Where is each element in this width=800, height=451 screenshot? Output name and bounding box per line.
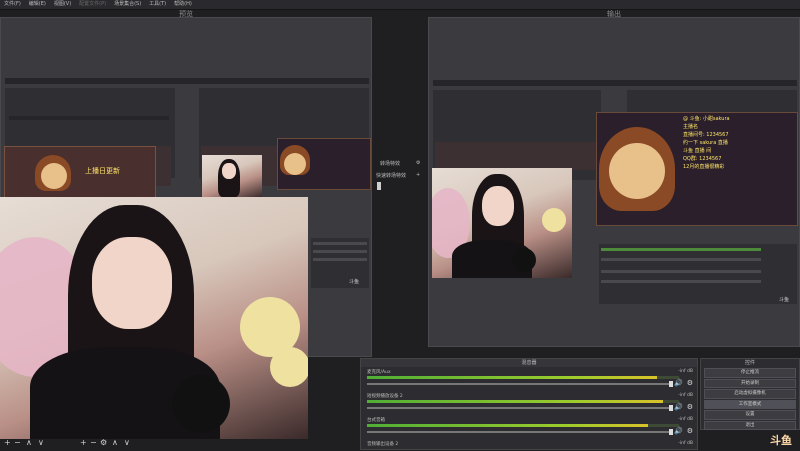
gear-icon[interactable]: ⚙ — [687, 403, 693, 411]
menu-edit[interactable]: 编辑(E) — [25, 0, 50, 9]
volume-slider[interactable] — [367, 383, 673, 385]
overlay-line-3: 直播间号: 1234567 — [683, 132, 729, 138]
audio-mixer: 混音器 麦克风/Aux -inf dB 🔊 ⚙ 短视频播放设备 2 -inf d… — [360, 358, 698, 450]
track-db: -inf dB — [678, 369, 693, 374]
preview-watermark: 斗鱼 — [349, 279, 360, 285]
track-db: -inf dB — [678, 417, 693, 422]
volume-slider[interactable] — [367, 407, 673, 409]
overlay-line-4: 约一下 sakura 直播 — [683, 140, 728, 146]
add-scene-button[interactable]: + — [4, 438, 11, 448]
program-overlay-sticker: @ 斗鱼: 小甜sakura 主播名 直播间号: 1234567 约一下 sak… — [596, 112, 798, 226]
source-settings-icon[interactable]: ⚙ — [100, 438, 107, 448]
stop-streaming-button[interactable]: 停止推流 — [704, 368, 796, 378]
transition-settings-icon[interactable]: ⚙ — [416, 160, 420, 166]
source-move-down-button[interactable]: ∨ — [124, 438, 130, 448]
camera-feed — [0, 197, 308, 439]
volume-slider-knob[interactable] — [669, 429, 673, 435]
add-transition-button[interactable]: + — [416, 172, 420, 178]
overlay-line-1: @ 斗鱼: 小甜sakura — [683, 116, 730, 122]
menu-profile[interactable]: 配置文件(P) — [75, 0, 110, 9]
track-name: 短视频播放设备 2 — [367, 394, 403, 399]
volume-slider-knob[interactable] — [669, 381, 673, 387]
speaker-icon[interactable]: 🔊 — [674, 403, 683, 411]
settings-button[interactable]: 设置 — [704, 410, 796, 420]
track-name: 音频输出设备 2 — [367, 442, 399, 447]
preview-nested-camera — [202, 155, 262, 197]
track-meter-fill — [367, 376, 658, 379]
start-recording-button[interactable]: 开始录制 — [704, 378, 796, 388]
track-meter-fill — [367, 400, 664, 403]
remove-scene-button[interactable]: − — [14, 438, 21, 448]
move-up-button[interactable]: ∧ — [26, 438, 32, 448]
track-meter — [367, 376, 679, 379]
remove-source-button[interactable]: − — [90, 438, 97, 448]
studio-mode-button[interactable]: 工作室模式 — [704, 399, 796, 409]
mixer-track: 台式音箱 -inf dB 🔊 ⚙ — [367, 417, 693, 441]
speaker-icon[interactable]: 🔊 — [674, 427, 683, 435]
preview-left-overlay: 上播日更新 — [4, 146, 156, 200]
track-name: 麦克风/Aux — [367, 370, 391, 375]
track-db: -inf dB — [678, 441, 693, 446]
add-source-button[interactable]: + — [80, 438, 87, 448]
transition-label[interactable]: 转场特效 — [380, 160, 400, 167]
menu-file[interactable]: 文件(F) — [0, 0, 25, 9]
gear-icon[interactable]: ⚙ — [687, 379, 693, 387]
volume-slider-knob[interactable] — [669, 405, 673, 411]
track-meter — [367, 424, 679, 427]
track-meter-fill — [367, 424, 648, 427]
source-move-up-button[interactable]: ∧ — [112, 438, 118, 448]
transition-panel: 转场特效 ⚙ 快速转场特效 + — [376, 160, 426, 190]
transition-slider-handle[interactable] — [377, 182, 381, 190]
volume-slider[interactable] — [367, 431, 673, 433]
douyu-watermark: 斗鱼 — [770, 434, 792, 447]
mixer-track: 麦克风/Aux -inf dB 🔊 ⚙ — [367, 369, 693, 393]
mixer-title: 混音器 — [361, 359, 697, 367]
program-watermark: 斗鱼 — [779, 297, 790, 303]
menu-tools[interactable]: 工具(T) — [145, 0, 170, 9]
menu-view[interactable]: 视图(V) — [50, 0, 75, 9]
move-down-button[interactable]: ∨ — [38, 438, 44, 448]
controls-panel: 控件 停止推流 开始录制 启动虚拟摄像机 工作室模式 设置 退出 — [700, 358, 800, 430]
menu-scene-collection[interactable]: 场景集合(S) — [110, 0, 145, 9]
overlay-line-2: 主播名 — [683, 124, 699, 130]
overlay-line-5: 斗鱼 直播 间 — [683, 148, 712, 154]
left-banner-text: 上播日更新 — [85, 167, 120, 175]
controls-title: 控件 — [744, 360, 755, 366]
start-virtual-camera-button[interactable]: 启动虚拟摄像机 — [704, 389, 796, 399]
gear-icon[interactable]: ⚙ — [687, 427, 693, 435]
quick-transition-label: 快速转场特效 — [376, 173, 407, 179]
program-camera-feed — [432, 168, 572, 278]
exit-button[interactable]: 退出 — [704, 420, 796, 430]
overlay-line-6: QQ群: 1234567 — [683, 156, 722, 162]
speaker-icon[interactable]: 🔊 — [674, 379, 683, 387]
nested-overlay-sticker — [277, 138, 371, 190]
track-meter — [367, 400, 679, 403]
overlay-line-7: 12月的直播很精彩 — [683, 164, 725, 170]
track-name: 台式音箱 — [367, 418, 385, 423]
mixer-track: 短视频播放设备 2 -inf dB 🔊 ⚙ — [367, 393, 693, 417]
track-db: -inf dB — [678, 393, 693, 398]
menu-help[interactable]: 帮助(H) — [170, 0, 196, 9]
